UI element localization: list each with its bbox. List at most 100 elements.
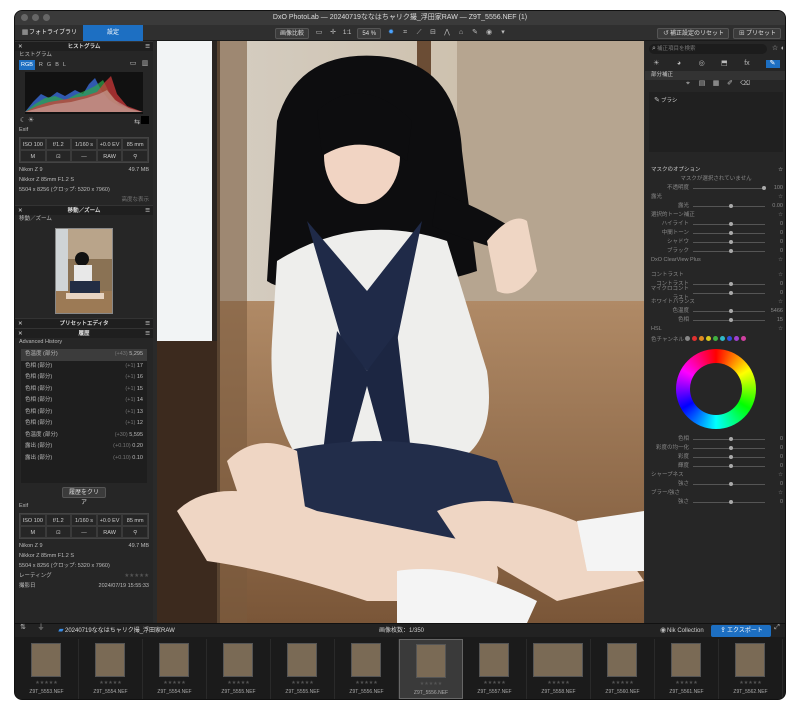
- channel-rgb[interactable]: RGB: [19, 60, 35, 70]
- pointer-icon[interactable]: ⌖: [684, 80, 692, 88]
- tab-detail-icon[interactable]: ◎: [698, 60, 706, 68]
- history-item[interactable]: 色相 (部分) (+1) 17: [21, 361, 147, 373]
- rating-stars[interactable]: ★★★★★: [271, 680, 334, 686]
- perspective-icon[interactable]: ⋀: [443, 29, 451, 37]
- history-item[interactable]: 色相 (部分) (+1) 15: [21, 384, 147, 396]
- history-item[interactable]: 色相 (部分) (+1) 16: [21, 372, 147, 384]
- black-square-icon[interactable]: [141, 116, 149, 124]
- minimize-window-button[interactable]: [32, 14, 39, 21]
- histogram-panel-header[interactable]: ✕ ヒストグラム ☰: [15, 41, 153, 51]
- rating-stars[interactable]: ★★★★★: [400, 681, 462, 687]
- nik-collection-button[interactable]: ◉Nik Collection: [659, 624, 704, 638]
- monitor-icon[interactable]: ▭: [129, 60, 137, 68]
- rating-stars[interactable]: ★★★★★: [15, 680, 78, 686]
- filmstrip-thumbnail[interactable]: ★★★★★ Z9T_5554.NEF: [79, 639, 143, 699]
- mask-icon[interactable]: ▦: [712, 80, 720, 88]
- brush-icon[interactable]: ✎: [471, 29, 479, 37]
- hsl-hue-slider[interactable]: 色相 0: [645, 435, 785, 444]
- blacks-slider[interactable]: ブラック 0: [645, 247, 785, 256]
- star-icon[interactable]: ☆: [778, 211, 783, 220]
- star-icon[interactable]: ☆: [778, 325, 783, 334]
- blur-slider[interactable]: 強さ 0: [645, 498, 785, 507]
- tab-color-icon[interactable]: ◕: [675, 60, 683, 68]
- tab-geometry-icon[interactable]: ⬒: [720, 60, 728, 68]
- eye-icon[interactable]: ◉: [485, 29, 493, 37]
- arrows-icon[interactable]: ⇆: [133, 119, 141, 127]
- channel-b[interactable]: B: [55, 60, 59, 70]
- color-channel-swatch[interactable]: [713, 336, 718, 341]
- history-item[interactable]: 色相 (部分) (+1) 12: [21, 418, 147, 430]
- mask-options-header[interactable]: マスクのオプション ☆: [645, 166, 785, 175]
- tone-section-header[interactable]: 選択的トーン補正 ☆: [645, 211, 785, 220]
- history-item[interactable]: 露出 (部分) (+0.10) 0.10: [21, 453, 147, 465]
- shadows-slider[interactable]: シャドウ 0: [645, 238, 785, 247]
- close-window-button[interactable]: [21, 14, 28, 21]
- fullscreen-icon[interactable]: ⤢: [773, 624, 781, 632]
- main-photo-viewer[interactable]: [157, 41, 644, 623]
- star-icon[interactable]: ☆: [771, 45, 779, 53]
- highlights-slider[interactable]: ハイライト 0: [645, 220, 785, 229]
- rating-stars[interactable]: ★★★★★: [143, 680, 206, 686]
- menu-icon[interactable]: ☰: [145, 329, 150, 339]
- channel-l[interactable]: L: [63, 60, 66, 70]
- hue-color-wheel[interactable]: [676, 349, 756, 429]
- exif-section[interactable]: Exif: [15, 126, 153, 135]
- search-input[interactable]: ⌕ 補正項目を検索: [649, 44, 767, 54]
- repair-icon[interactable]: ⌂: [457, 29, 465, 37]
- filmstrip-thumbnail[interactable]: ★★★★★ Z9T_5560.NEF: [591, 639, 655, 699]
- compare-button[interactable]: 画像比較: [275, 27, 310, 39]
- color-channel-swatch[interactable]: [734, 336, 739, 341]
- preset-button[interactable]: ⊞プリセット: [732, 27, 781, 39]
- rating-stars[interactable]: ★★★★★: [527, 680, 590, 686]
- zoom-1to1[interactable]: 1:1: [343, 25, 351, 41]
- export-button[interactable]: ⇪エクスポート: [711, 625, 771, 637]
- star-icon[interactable]: ☆: [778, 298, 783, 307]
- zoom-select[interactable]: 54 %: [357, 27, 382, 39]
- filmstrip-thumbnail[interactable]: ★★★★★ Z9T_5555.NEF: [207, 639, 271, 699]
- moon-icon[interactable]: ☾: [19, 117, 27, 125]
- midtones-slider[interactable]: 中間トーン 0: [645, 229, 785, 238]
- rating-stars[interactable]: ★★★★★: [591, 680, 654, 686]
- star-icon[interactable]: ☆: [778, 166, 783, 175]
- tab-customize[interactable]: 設定: [83, 25, 144, 41]
- toggle-icon[interactable]: ◐: [779, 45, 785, 53]
- filmstrip-thumbnail[interactable]: ★★★★★ Z9T_5556.NEF: [335, 639, 399, 699]
- history-item[interactable]: 色温度 (部分) (+43) 5,295: [21, 349, 147, 361]
- advanced-toggle[interactable]: 高度な表示: [15, 195, 153, 205]
- filmstrip-thumbnail[interactable]: ★★★★★ Z9T_5561.NEF: [655, 639, 719, 699]
- rating-stars[interactable]: ★★★★★: [335, 680, 398, 686]
- color-channel-swatch[interactable]: [699, 336, 704, 341]
- menu-icon[interactable]: ☰: [145, 206, 150, 216]
- pen-icon[interactable]: ✐: [726, 80, 734, 88]
- contrast-section-header[interactable]: コントラスト ☆: [645, 271, 785, 280]
- hsl-uniformity-slider[interactable]: 彩度の均一化 0: [645, 444, 785, 453]
- horizon-icon[interactable]: ⊟: [429, 29, 437, 37]
- filmstrip-thumbnail[interactable]: ★★★★★ Z9T_5557.NEF: [463, 639, 527, 699]
- history-item[interactable]: 色相 (部分) (+1) 14: [21, 395, 147, 407]
- menu-icon[interactable]: ☰: [145, 42, 150, 52]
- channel-r[interactable]: R: [39, 60, 43, 70]
- opacity-slider[interactable]: 不透明度 100: [645, 184, 785, 193]
- hsl-luminance-slider[interactable]: 輝度 0: [645, 462, 785, 471]
- tint-slider[interactable]: 色相 15: [645, 316, 785, 325]
- white-balance-section-header[interactable]: ホワイトバランス ☆: [645, 298, 785, 307]
- sharpen-section-header[interactable]: シャープネス ☆: [645, 471, 785, 480]
- clearview-section-header[interactable]: DxO ClearView Plus ☆: [645, 256, 785, 265]
- close-icon[interactable]: ✕: [18, 206, 23, 216]
- tab-photo-library[interactable]: ▦フォトライブラリ: [15, 25, 83, 41]
- tab-local-icon[interactable]: ✎: [765, 60, 780, 68]
- color-channel-swatch[interactable]: [727, 336, 732, 341]
- history-item[interactable]: 色相 (部分) (+1) 13: [21, 407, 147, 419]
- eyedropper-icon[interactable]: ⟋: [415, 29, 423, 37]
- hsl-saturation-slider[interactable]: 彩度 0: [645, 453, 785, 462]
- star-icon[interactable]: ☆: [778, 256, 783, 265]
- color-channel-swatch[interactable]: [741, 336, 746, 341]
- color-channel-swatch[interactable]: [692, 336, 697, 341]
- advanced-history-section[interactable]: Advanced History: [15, 338, 153, 347]
- local-adjustments-header[interactable]: 部分補正: [645, 71, 785, 80]
- gradient-icon[interactable]: ▤: [698, 80, 706, 88]
- zoom-window-button[interactable]: [43, 14, 50, 21]
- filmstrip-thumbnail[interactable]: ★★★★★ Z9T_5562.NEF: [719, 639, 783, 699]
- folder-path[interactable]: ▰20240719ななはちャリク撮_浮田家RAW: [57, 624, 175, 638]
- crop-icon[interactable]: ⌗: [401, 29, 409, 37]
